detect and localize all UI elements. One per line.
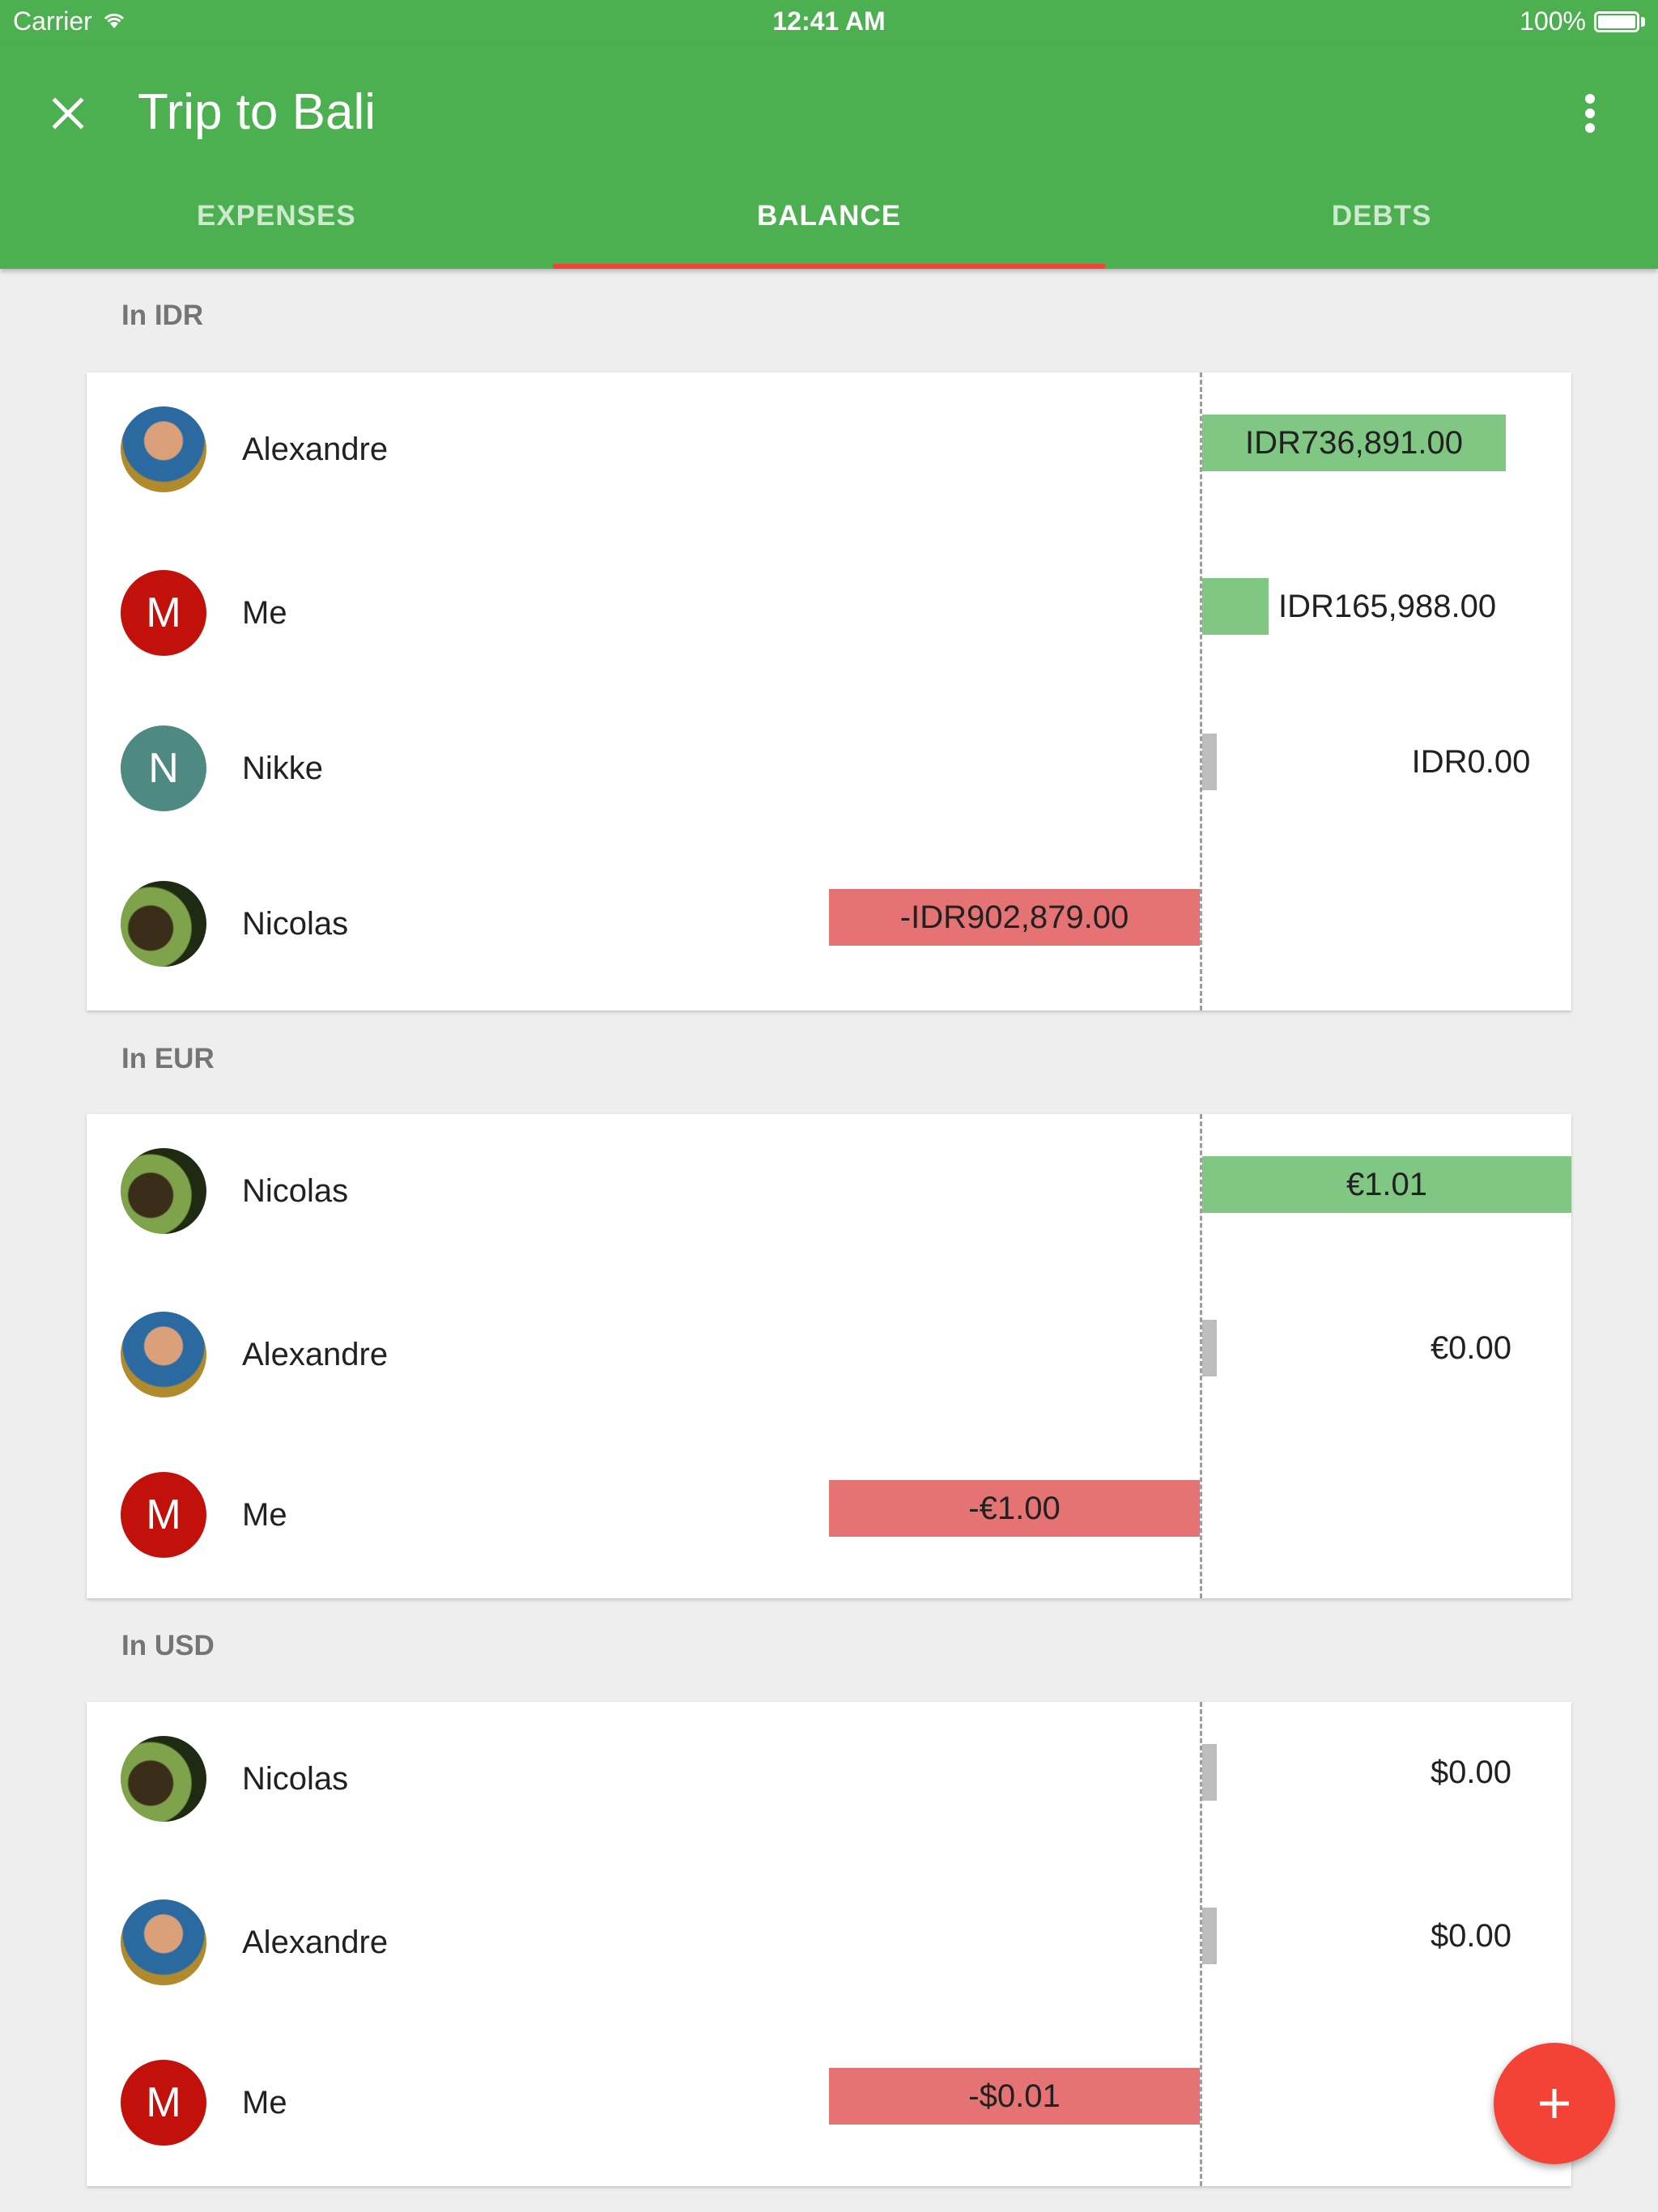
battery-label: 100%	[1520, 6, 1586, 36]
balance-amount: -IDR902,879.00	[899, 899, 1129, 935]
list-item[interactable]: N Nikke IDR0.00	[87, 691, 1571, 845]
status-bar: Carrier 12:41 AM 100%	[0, 0, 1658, 45]
close-button[interactable]	[32, 78, 104, 149]
avatar	[121, 881, 206, 967]
overflow-menu-button[interactable]	[1554, 78, 1626, 149]
avatar	[121, 406, 206, 492]
balance-card-eur: Nicolas €1.01 Alexandre €0.00 M Me -€1.0…	[87, 1114, 1571, 1598]
balance-bar-negative: -$0.01	[829, 2068, 1200, 2125]
status-time: 12:41 AM	[772, 6, 886, 36]
list-item[interactable]: Nicolas $0.00	[87, 1702, 1571, 1856]
person-name: Alexandre	[242, 431, 389, 467]
balance-bar-positive: IDR736,891.00	[1202, 415, 1506, 471]
balance-bar-negative: -IDR902,879.00	[829, 889, 1200, 946]
list-item[interactable]: Nicolas €1.01	[87, 1114, 1571, 1268]
balance-amount: €0.00	[1430, 1329, 1512, 1366]
balance-bar-zero	[1202, 1908, 1217, 1964]
page-title: Trip to Bali	[138, 84, 376, 140]
app-bar: Trip to Bali EXPENSES BALANCE DEBTS	[0, 45, 1658, 269]
balance-bar-zero	[1202, 734, 1217, 790]
person-name: Me	[242, 2084, 287, 2121]
person-name: Me	[242, 594, 287, 631]
tab-expenses[interactable]: EXPENSES	[0, 164, 553, 269]
balance-amount: IDR736,891.00	[1244, 424, 1464, 461]
person-name: Nikke	[242, 750, 324, 786]
list-item[interactable]: M Me IDR165,988.00	[87, 536, 1571, 690]
list-item[interactable]: Alexandre $0.00	[87, 1865, 1571, 2019]
list-item[interactable]: Alexandre IDR736,891.00	[87, 372, 1571, 526]
avatar: M	[121, 570, 206, 656]
section-label-usd: In USD	[121, 1630, 215, 1661]
tab-debts[interactable]: DEBTS	[1105, 164, 1658, 269]
balance-amount: €1.01	[1346, 1166, 1428, 1202]
list-item[interactable]: Nicolas -IDR902,879.00	[87, 847, 1571, 1001]
list-item[interactable]: Alexandre €0.00	[87, 1278, 1571, 1431]
avatar: M	[121, 1472, 206, 1558]
balance-bar-positive	[1202, 578, 1269, 635]
list-item[interactable]: M Me -€1.00	[87, 1438, 1571, 1592]
balance-amount: $0.00	[1430, 1917, 1512, 1954]
avatar: M	[121, 2060, 206, 2146]
person-name: Alexandre	[242, 1924, 389, 1960]
more-vert-icon	[1585, 94, 1595, 133]
balance-amount: -€1.00	[968, 1490, 1061, 1526]
person-name: Nicolas	[242, 905, 349, 942]
battery-icon	[1594, 11, 1639, 32]
battery: 100%	[1520, 6, 1645, 36]
avatar	[121, 1312, 206, 1397]
close-icon	[52, 97, 84, 130]
balance-card-usd: Nicolas $0.00 Alexandre $0.00 M Me -$0.0…	[87, 1702, 1571, 2186]
balance-bar-positive: €1.01	[1202, 1156, 1571, 1213]
person-name: Nicolas	[242, 1172, 349, 1209]
balance-amount: IDR165,988.00	[1278, 588, 1497, 624]
person-name: Alexandre	[242, 1336, 389, 1372]
person-name: Nicolas	[242, 1760, 349, 1797]
add-icon	[1540, 2089, 1569, 2118]
balance-bar-zero	[1202, 1320, 1217, 1376]
avatar	[121, 1899, 206, 1985]
avatar	[121, 1148, 206, 1234]
balance-amount: $0.00	[1430, 1754, 1512, 1790]
add-expense-button[interactable]	[1494, 2043, 1615, 2164]
section-label-eur: In EUR	[121, 1043, 215, 1074]
person-name: Me	[242, 1496, 287, 1533]
tab-balance[interactable]: BALANCE	[552, 164, 1106, 269]
list-item[interactable]: M Me -$0.01	[87, 2026, 1571, 2180]
balance-amount: IDR0.00	[1411, 743, 1531, 780]
tab-bar: EXPENSES BALANCE DEBTS	[0, 164, 1658, 269]
balance-card-idr: Alexandre IDR736,891.00 M Me IDR165,988.…	[87, 372, 1571, 1010]
balance-amount: -$0.01	[968, 2078, 1061, 2114]
avatar: N	[121, 725, 206, 811]
balance-bar-zero	[1202, 1744, 1217, 1801]
avatar	[121, 1736, 206, 1822]
balance-bar-negative: -€1.00	[829, 1480, 1200, 1537]
section-label-idr: In IDR	[121, 300, 204, 331]
